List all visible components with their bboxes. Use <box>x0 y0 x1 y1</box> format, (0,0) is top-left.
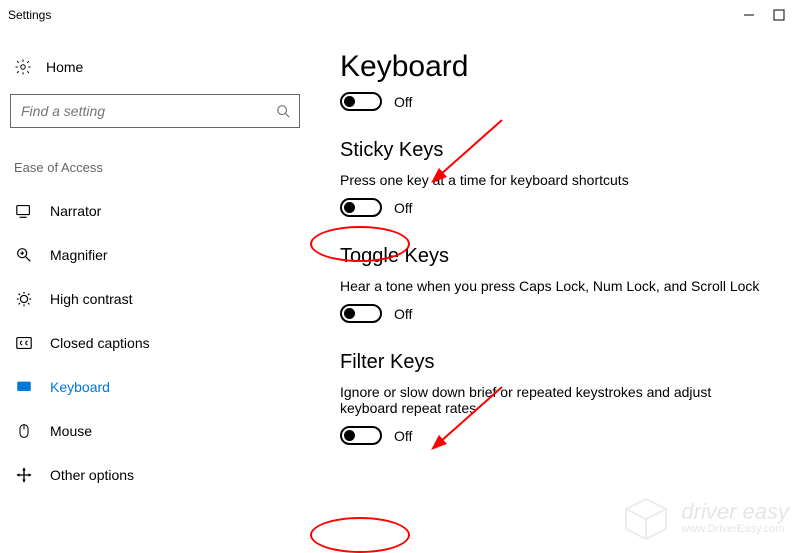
sidebar-item-label: Narrator <box>50 203 101 219</box>
group-header: Ease of Access <box>10 158 310 189</box>
section-desc: Ignore or slow down brief or repeated ke… <box>340 384 760 416</box>
watermark: driver easy www.DriverEasy.com <box>621 494 789 544</box>
closed-captions-icon <box>14 333 34 353</box>
toggle-keys-toggle[interactable] <box>340 304 382 323</box>
sidebar-item-narrator[interactable]: Narrator <box>10 189 310 233</box>
search-input[interactable] <box>10 94 300 128</box>
toggle-label: Off <box>394 94 412 110</box>
sidebar-item-other-options[interactable]: Other options <box>10 453 310 497</box>
other-options-icon <box>14 465 34 485</box>
home-label: Home <box>46 59 83 75</box>
narrator-icon <box>14 201 34 221</box>
window-title: Settings <box>8 8 51 22</box>
filter-keys-toggle[interactable] <box>340 426 382 445</box>
search-icon <box>276 104 290 118</box>
annotation-oval <box>310 517 410 553</box>
sidebar-item-keyboard[interactable]: Keyboard <box>10 365 310 409</box>
sidebar-item-label: High contrast <box>50 291 132 307</box>
main-panel: Keyboard Off Sticky Keys Press one key a… <box>320 30 799 550</box>
toggle-label: Off <box>394 428 412 444</box>
sidebar-item-magnifier[interactable]: Magnifier <box>10 233 310 277</box>
section-title-filter-keys: Filter Keys <box>340 351 779 374</box>
sticky-keys-toggle[interactable] <box>340 198 382 217</box>
titlebar: Settings <box>0 0 799 30</box>
maximize-button[interactable] <box>773 9 785 21</box>
section-title-sticky-keys: Sticky Keys <box>340 139 779 162</box>
toggle-keys-toggle-row: Off <box>340 304 779 323</box>
toggle-label: Off <box>394 306 412 322</box>
magnifier-icon <box>14 245 34 265</box>
search-container <box>10 94 300 128</box>
filter-keys-toggle-row: Off <box>340 426 779 445</box>
section-title-toggle-keys: Toggle Keys <box>340 245 779 268</box>
gear-icon <box>14 58 32 76</box>
toggle-label: Off <box>394 200 412 216</box>
sidebar-item-closed-captions[interactable]: Closed captions <box>10 321 310 365</box>
watermark-brand: driver easy <box>681 501 789 523</box>
keyboard-icon <box>14 377 34 397</box>
sidebar-item-label: Mouse <box>50 423 92 439</box>
minimize-button[interactable] <box>743 9 755 21</box>
sidebar: Home Ease of Access Narrator Magnifier <box>0 30 320 550</box>
home-button[interactable]: Home <box>10 50 310 84</box>
sidebar-item-label: Keyboard <box>50 379 110 395</box>
sidebar-item-mouse[interactable]: Mouse <box>10 409 310 453</box>
keyboard-toggle[interactable] <box>340 92 382 111</box>
sidebar-item-label: Closed captions <box>50 335 150 351</box>
window-controls <box>743 9 791 21</box>
mouse-icon <box>14 421 34 441</box>
section-desc: Press one key at a time for keyboard sho… <box>340 172 779 188</box>
high-contrast-icon <box>14 289 34 309</box>
watermark-url: www.DriverEasy.com <box>681 523 789 536</box>
sidebar-item-high-contrast[interactable]: High contrast <box>10 277 310 321</box>
keyboard-toggle-row: Off <box>340 92 779 111</box>
page-title: Keyboard <box>340 50 779 84</box>
sidebar-item-label: Magnifier <box>50 247 108 263</box>
sticky-keys-toggle-row: Off <box>340 198 779 217</box>
section-desc: Hear a tone when you press Caps Lock, Nu… <box>340 278 779 294</box>
sidebar-item-label: Other options <box>50 467 134 483</box>
cube-icon <box>621 494 671 544</box>
